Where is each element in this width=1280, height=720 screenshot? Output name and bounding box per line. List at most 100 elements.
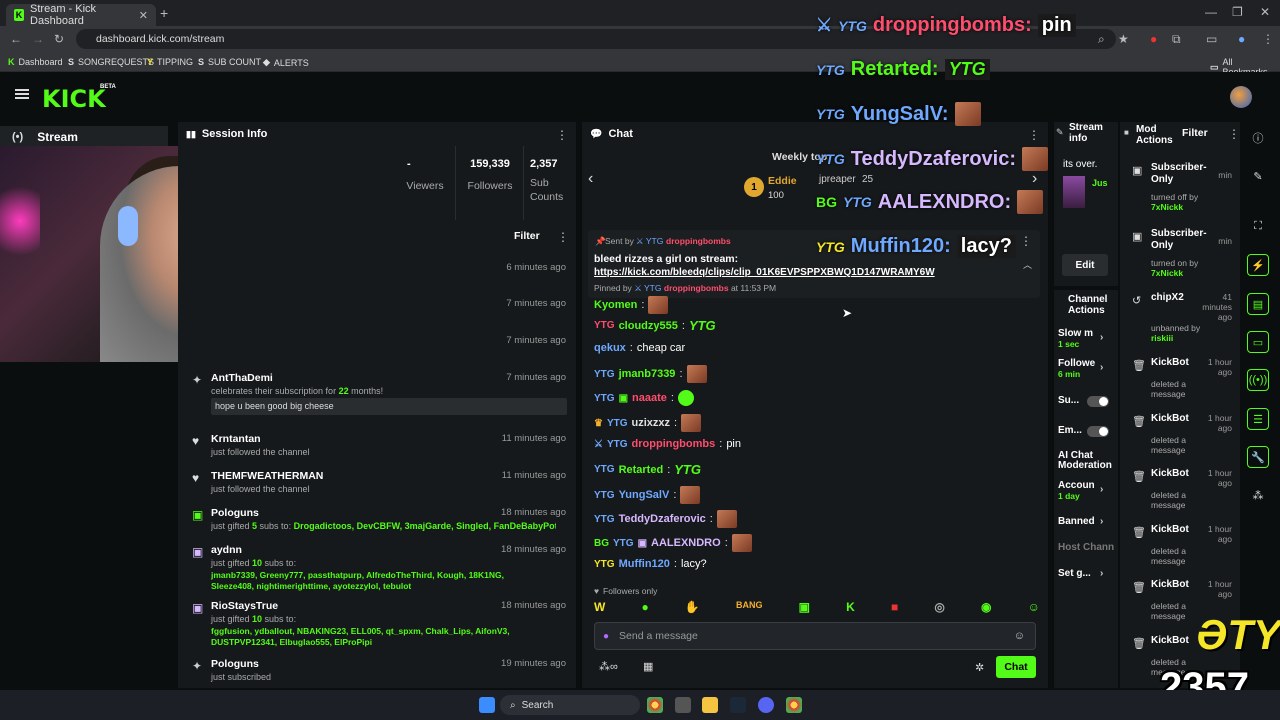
event-user[interactable]: aydnn xyxy=(211,544,242,556)
close-tab-icon[interactable]: ✕ xyxy=(139,9,148,22)
steam-icon[interactable] xyxy=(730,697,746,713)
emote-green-icon[interactable]: ● xyxy=(641,600,648,616)
pinned-menu-icon[interactable]: ⋮ xyxy=(1020,234,1032,248)
emote-only-toggle[interactable] xyxy=(1087,426,1109,437)
bookmark-dashboard[interactable]: K Dashboard xyxy=(8,57,63,67)
customize-icon[interactable]: ⁂ xyxy=(1247,484,1269,506)
pencil-icon[interactable]: ✎ xyxy=(1247,165,1269,187)
trash-icon: 🗑 xyxy=(1132,416,1146,428)
emote-hand-icon[interactable]: ✋ xyxy=(685,600,700,616)
event-user[interactable]: Pologuns xyxy=(211,658,259,670)
emote-bang-icon[interactable]: BANG xyxy=(736,600,763,616)
info-icon[interactable]: ⓘ xyxy=(1247,127,1269,149)
chat-icon[interactable]: ▭ xyxy=(1247,331,1269,353)
events-menu-icon[interactable]: ⋮ xyxy=(557,230,569,244)
send-chat-button[interactable]: Chat xyxy=(996,656,1036,678)
event-user[interactable]: RioStaysTrue xyxy=(211,600,278,612)
emote-w-icon[interactable]: W xyxy=(594,600,605,616)
bookmark-tipping[interactable]: Y TIPPING xyxy=(147,57,193,67)
windows-start-icon[interactable] xyxy=(479,697,495,713)
chrome-icon[interactable] xyxy=(647,697,663,713)
bookmark-alerts[interactable]: ◆ ALERTS xyxy=(263,57,309,68)
leaderboard-next-icon[interactable]: › xyxy=(1032,170,1037,188)
emote-peek-icon[interactable]: ◉ xyxy=(981,600,991,616)
store-icon[interactable]: ▦ xyxy=(643,660,653,673)
leader-name[interactable]: Eddie xyxy=(768,175,797,187)
sidepanel-icon[interactable]: ▭ xyxy=(1206,32,1217,46)
extension-icon[interactable]: ● xyxy=(1150,32,1157,46)
events-filter-button[interactable]: Filter xyxy=(514,230,540,242)
event-user[interactable]: Pologuns xyxy=(211,507,259,519)
second-name[interactable]: jpreaper xyxy=(819,174,856,185)
collapse-icon[interactable]: ︿ xyxy=(1023,258,1032,271)
pinned-link[interactable]: https://kick.com/bleedq/clips/clip_01K6E… xyxy=(594,267,935,278)
list-icon[interactable]: ☰ xyxy=(1247,408,1269,430)
ytg-emote-icon: YTG xyxy=(688,318,716,333)
trash-icon: 🗑 xyxy=(1132,471,1146,483)
session-info-menu-icon[interactable]: ⋮ xyxy=(556,128,568,142)
broadcast-icon[interactable]: ((•)) xyxy=(1247,369,1269,391)
banned-users-link[interactable]: Banned › xyxy=(1058,516,1114,527)
profile-icon[interactable]: ● xyxy=(1238,32,1245,46)
host-channel-link[interactable]: Host Channe xyxy=(1058,542,1114,553)
lightning-icon[interactable]: ⚡ xyxy=(1247,254,1269,276)
event-row: 7 minutes ago xyxy=(506,298,566,309)
kick-logo[interactable]: KICK xyxy=(42,85,106,113)
emote-cup-icon[interactable]: ▣ xyxy=(799,600,810,616)
sub-only-toggle[interactable] xyxy=(1087,396,1109,407)
document-icon[interactable]: ▤ xyxy=(1247,293,1269,315)
event-user[interactable]: Krntantan xyxy=(211,433,261,445)
crop-icon[interactable]: ⛶ xyxy=(1247,215,1269,237)
new-tab-icon[interactable]: + xyxy=(160,5,168,21)
microphone-icon[interactable]: ● xyxy=(603,631,609,642)
edit-stream-info-button[interactable]: Edit xyxy=(1062,254,1108,276)
chat-settings-icon[interactable]: ✲ xyxy=(975,661,984,674)
app-icon[interactable] xyxy=(675,697,691,713)
event-user[interactable]: THEMFWEATHERMAN xyxy=(211,470,323,482)
pinned-sender[interactable]: droppingbombs xyxy=(666,236,731,246)
ytg-badge-icon: YTG xyxy=(816,106,845,122)
stream-thumbnail xyxy=(1063,176,1085,208)
emote-smile-icon[interactable]: ☺ xyxy=(1028,600,1040,616)
chrome-icon[interactable] xyxy=(786,697,802,713)
emote-mad-icon[interactable]: ■ xyxy=(891,600,898,616)
followers-mode-setting[interactable]: Followe 6 min › xyxy=(1058,358,1114,379)
browser-menu-icon[interactable]: ⋮ xyxy=(1262,32,1274,46)
back-icon[interactable]: ← xyxy=(10,32,22,46)
chat-input[interactable]: ● Send a message ☺ xyxy=(594,622,1036,650)
emote-kick-icon[interactable]: K xyxy=(846,600,855,616)
wrench-icon[interactable]: 🔧 xyxy=(1247,446,1269,468)
zoom-icon[interactable]: ⌕ xyxy=(1098,32,1105,47)
nav-stream[interactable]: (•) Stream xyxy=(0,126,168,148)
discord-icon[interactable] xyxy=(758,697,774,713)
file-explorer-icon[interactable] xyxy=(702,697,718,713)
bookmark-sub-count[interactable]: S SUB COUNT xyxy=(198,57,261,67)
mod-actions-menu-icon[interactable]: ⋮ xyxy=(1228,127,1240,141)
taskbar-search[interactable]: ⌕ Search xyxy=(500,695,640,715)
maximize-icon[interactable]: ❐ xyxy=(1232,5,1243,19)
minimize-icon[interactable]: — xyxy=(1205,5,1217,19)
mod-filter-button[interactable]: Filter xyxy=(1182,127,1208,139)
set-goal-link[interactable]: Set g... › xyxy=(1058,568,1114,579)
emoji-picker-icon[interactable]: ☺ xyxy=(1014,630,1025,642)
ytg-badge-icon: YTG xyxy=(843,194,872,210)
close-window-icon[interactable]: ✕ xyxy=(1260,5,1270,19)
leaderboard-prev-icon[interactable]: ‹ xyxy=(588,170,593,188)
ai-moderation-setting[interactable]: AI Chat Moderation xyxy=(1058,451,1114,471)
slow-mode-setting[interactable]: Slow m 1 sec › xyxy=(1058,328,1114,349)
emote-alien-icon[interactable]: ◎ xyxy=(934,600,944,616)
chevron-right-icon: › xyxy=(1100,332,1104,343)
browser-tab[interactable]: K Stream - Kick Dashboard ✕ xyxy=(6,3,156,27)
forward-icon[interactable]: → xyxy=(32,32,44,46)
bookmark-star-icon[interactable]: ★ xyxy=(1118,32,1129,46)
account-age-setting[interactable]: Accoun 1 day › xyxy=(1058,480,1114,501)
event-row: ▣ RioStaysTrue 18 minutes ago just gifte… xyxy=(192,600,566,647)
bookmark-songrequests[interactable]: S SONGREQUESTS xyxy=(68,57,154,67)
reload-icon[interactable]: ↻ xyxy=(54,32,64,46)
extensions-puzzle-icon[interactable]: ⧉ xyxy=(1172,32,1181,47)
channel-points-icon[interactable]: ⁂∞ xyxy=(599,660,618,673)
user-avatar[interactable] xyxy=(1230,86,1252,108)
hamburger-menu-icon[interactable] xyxy=(15,89,29,99)
event-user[interactable]: AntThaDemi xyxy=(211,372,273,384)
chat-menu-icon[interactable]: ⋮ xyxy=(1028,128,1040,142)
